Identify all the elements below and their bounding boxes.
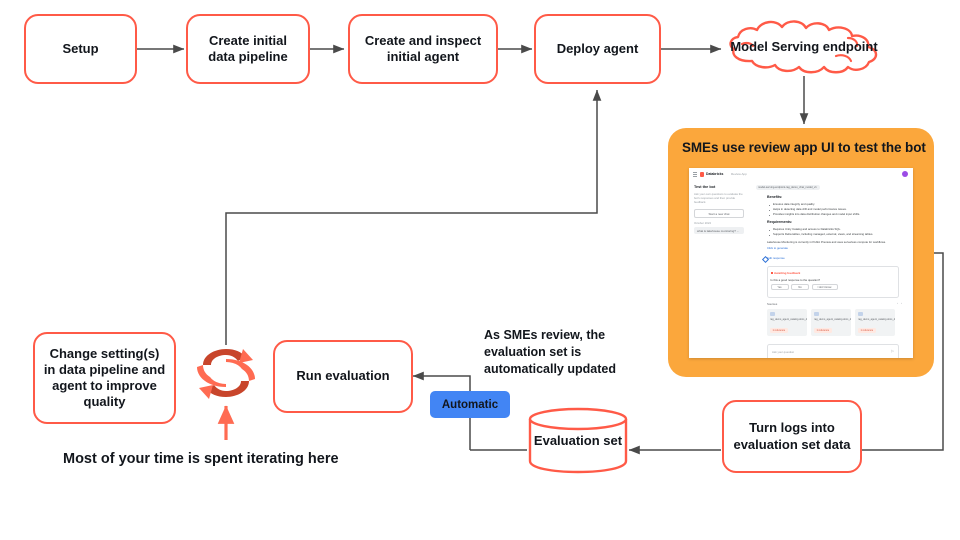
send-icon[interactable]: ▷ (891, 349, 894, 353)
review-app-name: Review App (731, 171, 747, 176)
flow-diagram-canvas: Setup Create initial data pipeline Creat… (0, 0, 960, 540)
node-change-settings-line3: agent to improve (52, 378, 157, 393)
node-deploy-agent[interactable]: Deploy agent (534, 14, 661, 84)
source-card-1-badge: 1 reference (770, 328, 788, 333)
node-model-serving-label-line1: Model Serving (730, 38, 820, 54)
node-evaluation-set[interactable]: Evaluation set (527, 406, 629, 474)
start-new-chat-button[interactable]: Start a new chat (694, 209, 744, 218)
node-inspect-label-line1: Create and inspect (364, 32, 482, 48)
sme-review-line3: automatically updated (484, 361, 616, 376)
node-turn-logs-line2: evaluation set data (733, 436, 851, 452)
chat-input[interactable]: Ask your question ▷ (767, 344, 899, 358)
sources-label: Sources (767, 302, 778, 306)
source-card-3-title: rag_demo_agent_catalog.docs_databricks_d… (858, 317, 895, 321)
node-change-settings-line1: Change setting(s) (49, 345, 160, 361)
source-card-2[interactable]: rag_demo_agent_catalog.docs_databricks_d… (811, 309, 851, 336)
review-app-sidebar: Test the bot Ask your own questions to e… (689, 180, 750, 358)
source-card-2-title: rag_demo_agent_catalog.docs_databricks_d… (814, 317, 851, 321)
benefit-item-3: Provides insights into data distribution… (768, 212, 861, 217)
model-endpoint-pill: model-serving-endpoint-rag_demo_chat_mod… (756, 185, 820, 190)
node-deploy-agent-label: Deploy agent (556, 40, 639, 56)
feedback-title: Awaiting feedback (774, 271, 801, 275)
sme-review-line1: As SMEs review, the (484, 328, 606, 342)
node-inspect-label-line2: initial agent (386, 49, 460, 64)
feedback-yes-button[interactable]: Yes (770, 284, 789, 290)
node-turn-logs-into-eval-set[interactable]: Turn logs into evaluation set data (722, 400, 862, 473)
node-pipeline-label-line2: data pipeline (208, 49, 288, 64)
feedback-question: Is this a good response to the question? (770, 278, 821, 282)
node-pipeline-label-line1: Create initial (208, 32, 288, 48)
node-create-initial-data-pipeline[interactable]: Create initial data pipeline (186, 14, 310, 84)
node-evaluation-set-label: Evaluation set (533, 432, 623, 448)
node-setup[interactable]: Setup (24, 14, 137, 84)
requirements-heading: Requirements: (767, 220, 793, 224)
feedback-card: Awaiting feedback Is this a good respons… (767, 266, 899, 298)
edit-response-button[interactable]: Edit response (767, 256, 785, 260)
source-card-1-title: rag_demo_agent_catalog.docs_databricks_d… (770, 317, 807, 321)
node-create-and-inspect-initial-agent[interactable]: Create and inspect initial agent (348, 14, 498, 84)
chat-input-placeholder: Ask your question (772, 349, 795, 354)
source-card-2-badge: 1 reference (814, 328, 832, 333)
node-run-evaluation[interactable]: Run evaluation (273, 340, 413, 413)
source-card-3-badge: 1 reference (858, 328, 876, 333)
source-file-icon (814, 312, 819, 316)
sidebar-subtitle: Ask your own questions to evaluate the b… (694, 192, 743, 205)
sme-review-annotation: As SMEs review, the evaluation set is au… (484, 327, 664, 378)
node-model-serving-label-line2: endpoint (822, 38, 878, 54)
generate-link[interactable]: Click to generate (767, 246, 788, 250)
requirement-item-1: Requires Unity Catalog and access to Dat… (769, 227, 841, 232)
node-setup-label: Setup (62, 40, 99, 56)
wire-iterate-to-deploy (225, 89, 602, 345)
sidebar-title: Test the bot (694, 185, 716, 189)
iteration-loop-icon (195, 343, 257, 405)
benefit-item-1: Ensures data integrity and quality. (769, 202, 815, 207)
review-app-panel-title: SMEs use review app UI to test the bot (682, 140, 926, 155)
main-note: Lakehouse Monitoring is currently in Pub… (767, 240, 886, 244)
benefits-heading: Benefits: (767, 195, 783, 199)
node-run-evaluation-label: Run evaluation (296, 368, 390, 384)
source-file-icon (858, 312, 863, 316)
node-change-settings[interactable]: Change setting(s) in data pipeline and a… (33, 332, 176, 424)
review-app-brand: Databricks (706, 171, 724, 176)
source-card-1[interactable]: rag_demo_agent_catalog.docs_databricks_d… (767, 309, 807, 336)
sources-pager-icon[interactable]: ‹› (897, 301, 905, 305)
node-model-serving-endpoint[interactable]: Model Serving endpoint (718, 18, 890, 76)
sidebar-section-label: October 2024 (694, 221, 711, 225)
source-file-icon (770, 312, 775, 316)
automatic-badge-label: Automatic (441, 398, 499, 411)
hamburger-menu-icon[interactable] (693, 172, 697, 177)
feedback-dont-know-button[interactable]: I don't know (811, 284, 838, 290)
review-app-screenshot[interactable]: Databricks Review App Test the bot Ask y… (689, 168, 913, 358)
databricks-logo-icon (700, 171, 704, 177)
sme-review-line2: evaluation set is (484, 344, 582, 359)
requirement-item-2: Supports Delta tables, including managed… (768, 232, 874, 237)
review-app-main: model-serving-endpoint-rag_demo_chat_mod… (749, 180, 913, 358)
benefit-item-2: Helps in detecting data drift and model … (769, 207, 847, 212)
iterating-caption: Most of your time is spent iterating her… (63, 451, 339, 467)
node-change-settings-line4: quality (83, 394, 126, 410)
user-avatar[interactable] (902, 171, 908, 177)
automatic-badge: Automatic (430, 391, 510, 418)
feedback-no-button[interactable]: No (791, 284, 809, 290)
sidebar-chat-item[interactable]: what is lakehouse monitoring? ... (694, 227, 744, 234)
source-card-3[interactable]: rag_demo_agent_catalog.docs_databricks_d… (855, 309, 895, 336)
node-turn-logs-line1: Turn logs into (749, 420, 835, 436)
awaiting-feedback-icon (770, 271, 773, 274)
cloud-label-wrap: Model Serving endpoint (718, 18, 890, 76)
node-change-settings-line2: in data pipeline and (43, 361, 166, 377)
review-app-panel: SMEs use review app UI to test the bot D… (668, 128, 934, 377)
